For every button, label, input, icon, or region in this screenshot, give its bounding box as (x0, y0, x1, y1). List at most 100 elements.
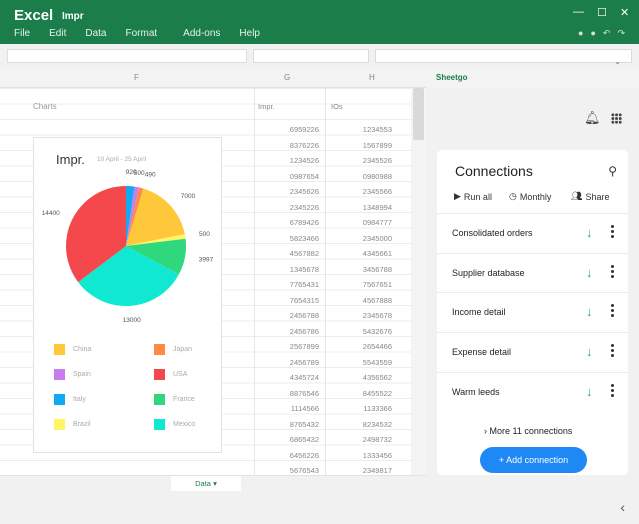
table-cell[interactable]: 8376226 (258, 138, 319, 154)
slice-value-label: 7000 (181, 193, 196, 200)
table-cell[interactable]: 2456786 (258, 324, 319, 340)
bell-icon[interactable]: 🔔︎ (584, 110, 601, 126)
table-cell[interactable]: 5823466 (258, 231, 319, 247)
connection-row[interactable]: Consolidated orders ↓ (437, 213, 628, 253)
connection-row[interactable]: Warm leeds ↓ (437, 371, 628, 412)
download-arrow-icon[interactable]: ↓ (586, 265, 593, 280)
table-cell[interactable]: 7654315 (258, 293, 319, 309)
legend-swatch (154, 394, 165, 405)
menu-data[interactable]: Data (85, 28, 106, 39)
table-cell[interactable]: 4567882 (258, 246, 319, 262)
table-cell[interactable]: 2345226 (258, 200, 319, 216)
share-button[interactable]: 👥︎ Share (571, 191, 609, 202)
connection-row[interactable]: Income detail ↓ (437, 292, 628, 332)
search-icon[interactable]: ⚲ (608, 164, 617, 178)
vertical-scrollbar[interactable] (411, 88, 426, 475)
legend-swatch (54, 419, 65, 430)
menu-edit[interactable]: Edit (49, 28, 66, 39)
table-cell[interactable]: 4345724 (258, 370, 319, 386)
table-cell[interactable]: 1234553 (331, 122, 392, 138)
table-cell[interactable]: 2345526 (331, 153, 392, 169)
table-cell[interactable]: 8234532 (331, 417, 392, 433)
user-icon[interactable]: ● (590, 28, 595, 39)
table-cell[interactable]: 1567899 (331, 138, 392, 154)
table-cell[interactable]: 5543559 (331, 355, 392, 371)
run-all-button[interactable]: ▶ Run all (454, 191, 492, 202)
table-cell[interactable]: 0987654 (258, 169, 319, 185)
pie-chart: 920500 490700050039971300014400 (42, 169, 214, 324)
document-name[interactable]: Impr (62, 11, 84, 22)
more-options-icon[interactable] (611, 264, 614, 280)
table-cell[interactable]: 0984777 (331, 215, 392, 231)
table-cell[interactable]: 0980988 (331, 169, 392, 185)
table-cell[interactable]: 1234526 (258, 153, 319, 169)
menu-format[interactable]: Format (125, 28, 157, 39)
minimize-button[interactable]: — (573, 6, 584, 18)
formula-input[interactable] (253, 49, 369, 63)
table-cell[interactable]: 2345566 (331, 184, 392, 200)
table-cell[interactable]: 3456788 (331, 262, 392, 278)
monthly-button[interactable]: ◷ Monthly (509, 191, 551, 202)
apps-grid-icon[interactable] (611, 113, 622, 124)
table-cell[interactable]: 8765432 (258, 417, 319, 433)
download-arrow-icon[interactable]: ↓ (586, 344, 593, 359)
more-options-icon[interactable] (611, 304, 614, 319)
column-header-h[interactable]: H (369, 73, 375, 82)
undo-icon[interactable]: ↶ (603, 28, 611, 39)
redo-icon[interactable]: ↷ (617, 28, 625, 39)
table-cell[interactable]: 7567651 (331, 277, 392, 293)
table-cell[interactable]: 4345661 (331, 246, 392, 262)
table-cell[interactable]: 6456226 (258, 448, 319, 464)
formula-row: ⌄ (0, 44, 639, 66)
table-cell[interactable]: 8876546 (258, 386, 319, 402)
table-cell[interactable]: 1333456 (331, 448, 392, 464)
table-cell[interactable]: 2345626 (258, 184, 319, 200)
more-options-icon[interactable] (611, 383, 614, 399)
table-cell[interactable]: 4356562 (331, 370, 392, 386)
sheet-select[interactable]: ⌄ (375, 49, 632, 66)
close-button[interactable]: ✕ (620, 6, 629, 19)
table-cell[interactable]: 7765431 (258, 277, 319, 293)
connection-row[interactable]: Expense detail ↓ (437, 332, 628, 372)
chevron-left-icon[interactable]: ‹ (620, 499, 625, 515)
spreadsheet-grid[interactable]: Charts Impr. 6959226 8376226 1234526 098765… (0, 88, 426, 491)
column-header-f[interactable]: F (134, 73, 139, 82)
table-cell[interactable]: 1133366 (331, 401, 392, 417)
table-cell[interactable]: 1345678 (258, 262, 319, 278)
table-cell[interactable]: 2345678 (331, 308, 392, 324)
legend-label: Italy (73, 396, 86, 403)
maximize-button[interactable]: ☐ (597, 6, 607, 19)
table-cell[interactable]: 6959226 (258, 122, 319, 138)
table-cell[interactable]: 5432676 (331, 324, 392, 340)
download-arrow-icon[interactable]: ↓ (586, 225, 593, 240)
connection-row[interactable]: Supplier database ↓ (437, 252, 628, 293)
table-cell[interactable]: 1114566 (258, 401, 319, 417)
table-cell[interactable]: 1348994 (331, 200, 392, 216)
table-cell[interactable]: 2654466 (331, 339, 392, 355)
name-box[interactable] (7, 49, 247, 63)
table-cell[interactable]: 2567899 (258, 339, 319, 355)
table-cell[interactable]: 2456789 (258, 355, 319, 371)
more-options-icon[interactable] (611, 225, 614, 240)
download-arrow-icon[interactable]: ↓ (586, 384, 593, 399)
slice-value-label: 13000 (123, 317, 141, 324)
menu-help[interactable]: Help (239, 28, 260, 39)
more-connections-link[interactable]: › More 11 connections (484, 426, 572, 436)
more-options-icon[interactable] (611, 344, 614, 359)
table-cell[interactable]: 8455522 (331, 386, 392, 402)
table-cell[interactable]: 6789426 (258, 215, 319, 231)
table-cell[interactable]: 2345000 (331, 231, 392, 247)
download-arrow-icon[interactable]: ↓ (586, 304, 593, 319)
table-cell[interactable]: 2456788 (258, 308, 319, 324)
add-connection-button[interactable]: + Add connection (480, 447, 587, 473)
column-header-g[interactable]: G (284, 73, 290, 82)
menu-addons[interactable]: Add-ons (183, 28, 220, 39)
table-cell[interactable]: 4567888 (331, 293, 392, 309)
sheet-tab-data[interactable]: Data ▾ (171, 476, 241, 492)
pie-chart-card[interactable]: Impr. 10 April - 25 April 920 500 490 7000 5… (33, 137, 222, 453)
table-cell[interactable]: 6865432 (258, 432, 319, 448)
scrollbar-thumb[interactable] (413, 88, 424, 140)
globe-icon[interactable]: ● (578, 28, 583, 39)
table-cell[interactable]: 2498732 (331, 432, 392, 448)
menu-file[interactable]: File (14, 28, 30, 39)
